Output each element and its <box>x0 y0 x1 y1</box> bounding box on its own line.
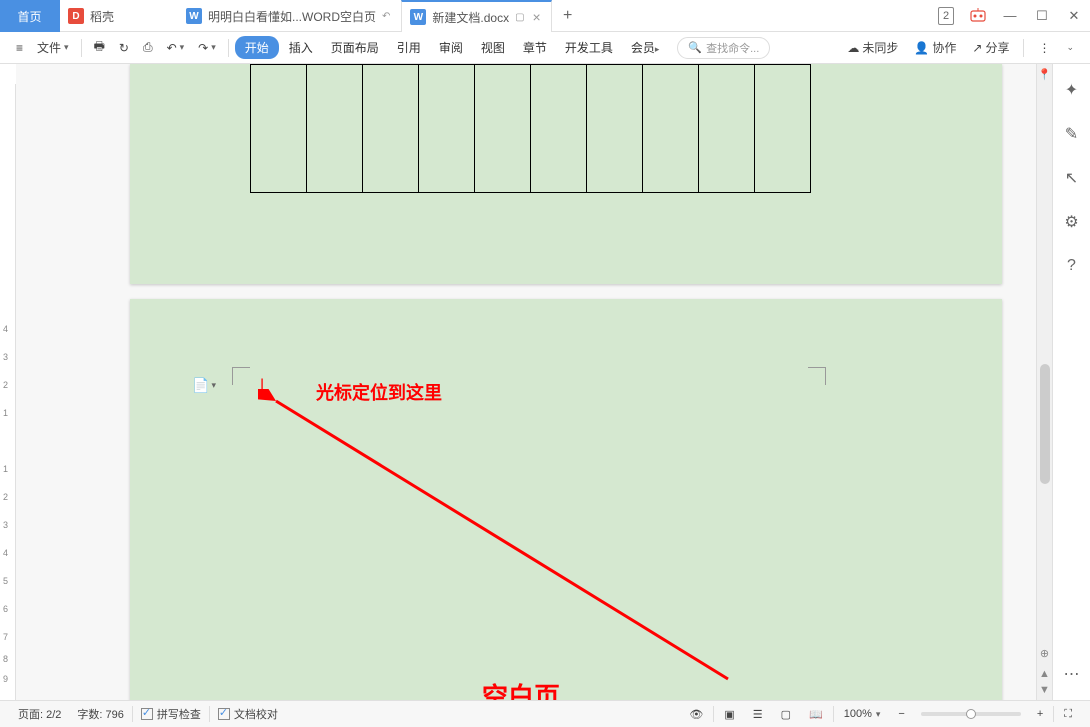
window-badge[interactable]: 2 <box>930 0 962 32</box>
tab-restore-icon[interactable]: ↶ <box>382 11 390 22</box>
maximize-button[interactable]: ☐ <box>1026 0 1058 32</box>
tab-add[interactable]: + <box>552 0 584 31</box>
view-web-icon[interactable]: ▢ <box>773 708 799 721</box>
robot-icon[interactable] <box>962 0 994 32</box>
redo-icon[interactable]: ↷▾ <box>192 38 222 58</box>
reading-mode-icon[interactable]: 👁 <box>681 708 711 721</box>
spellcheck-toggle[interactable]: 拼写检查 <box>133 706 209 722</box>
menu-layout[interactable]: 页面布局 <box>323 36 387 59</box>
page-2[interactable]: 📄▾ | 光标定位到这里 空白页 <box>130 299 1002 700</box>
page-down-icon[interactable]: ▼ <box>1039 684 1050 696</box>
pin-icon[interactable]: 📍 <box>1038 68 1052 81</box>
edit-icon[interactable]: ✎ <box>1062 124 1082 144</box>
word-icon: W <box>410 9 426 25</box>
file-menu[interactable]: 文件▾ <box>31 36 75 59</box>
print-icon[interactable]: 🖶 <box>88 34 111 61</box>
tab-window-icon[interactable]: ▢ <box>515 12 524 23</box>
help-icon[interactable]: ? <box>1062 256 1082 276</box>
word-icon: W <box>186 8 202 24</box>
check-icon <box>218 708 230 720</box>
tab-close-icon[interactable]: × <box>533 9 541 25</box>
select-icon[interactable]: ↖ <box>1062 168 1082 188</box>
cursor-position: | <box>260 377 264 395</box>
menu-review[interactable]: 审阅 <box>431 36 471 59</box>
menu-member[interactable]: 会员▸ <box>623 36 668 59</box>
menu-view[interactable]: 视图 <box>473 36 513 59</box>
search-input[interactable]: 🔍 查找命令... <box>677 37 770 59</box>
tab-template[interactable]: D 稻壳 <box>60 0 178 32</box>
tab-doc1[interactable]: W 明明白白看懂如...WORD空白页 ↶ <box>178 0 401 32</box>
annotation-blank-page: 空白页 <box>482 677 560 700</box>
word-count[interactable]: 字数: 796 <box>69 706 131 722</box>
right-panel: ✦ ✎ ↖ ⚙ ? ⋯ <box>1052 64 1090 700</box>
close-button[interactable]: ✕ <box>1058 0 1090 32</box>
zoom-value[interactable]: 100%▾ <box>836 708 889 720</box>
menu-icon[interactable]: ≡ <box>10 38 29 58</box>
view-read-icon[interactable]: 📖 <box>801 708 831 721</box>
check-icon <box>141 708 153 720</box>
menu-insert[interactable]: 插入 <box>281 36 321 59</box>
panel-more-icon[interactable]: ⋯ <box>1062 664 1082 684</box>
preview-icon[interactable]: ↻ <box>113 38 135 58</box>
share-button[interactable]: ↗分享 <box>966 36 1015 59</box>
view-outline-icon[interactable]: ☰ <box>745 708 771 721</box>
page-up-icon[interactable]: ▲ <box>1039 668 1050 680</box>
main-area: 📄▾ | 光标定位到这里 空白页 📍 ⊕ ▲ ▼ ✦ ✎ ↖ ⚙ ? ⋯ <box>0 64 1090 700</box>
minimize-button[interactable]: — <box>994 0 1026 32</box>
fullscreen-icon[interactable]: ⛶ <box>1056 708 1080 721</box>
scroll-options-icon[interactable]: ⊕ <box>1040 647 1049 660</box>
zoom-slider[interactable] <box>921 712 1021 716</box>
doccheck-toggle[interactable]: 文档校对 <box>210 706 286 722</box>
settings-icon[interactable]: ⚙ <box>1062 212 1082 232</box>
editor-area[interactable]: 📄▾ | 光标定位到这里 空白页 <box>16 64 1036 700</box>
collab-button[interactable]: 👤协作 <box>908 36 962 59</box>
menu-start[interactable]: 开始 <box>235 36 279 59</box>
more-icon[interactable]: ⋮ <box>1032 38 1056 58</box>
statusbar: 页面: 2/2 字数: 796 拼写检查 文档校对 👁 ▣ ☰ ▢ 📖 100%… <box>0 700 1090 727</box>
scrollbar-thumb[interactable] <box>1040 364 1050 484</box>
zoom-thumb[interactable] <box>966 709 976 719</box>
paste-options-icon[interactable]: 📄▾ <box>192 377 216 394</box>
template-icon: D <box>68 8 84 24</box>
titlebar: 首页 D 稻壳 W 明明白白看懂如...WORD空白页 ↶ W 新建文档.doc… <box>0 0 1090 32</box>
annotation-arrow <box>258 389 738 689</box>
menu-section[interactable]: 章节 <box>515 36 555 59</box>
expand-icon[interactable]: ⌄ <box>1060 39 1080 56</box>
window-controls: 2 — ☐ ✕ <box>930 0 1090 31</box>
page-1[interactable] <box>130 64 1002 284</box>
view-print-icon[interactable]: ▣ <box>716 708 742 721</box>
tab-home[interactable]: 首页 <box>0 0 60 32</box>
unsync-button[interactable]: ☁未同步 <box>841 36 904 59</box>
tab-doc2-active[interactable]: W 新建文档.docx ▢ × <box>401 0 551 32</box>
menu-reference[interactable]: 引用 <box>389 36 429 59</box>
zoom-out[interactable]: − <box>890 708 912 720</box>
document-table[interactable] <box>250 64 811 193</box>
print2-icon[interactable]: ⎙ <box>137 37 159 58</box>
toolbar: ≡ 文件▾ 🖶 ↻ ⎙ ↶▾ ↷▾ 开始 插入 页面布局 引用 审阅 视图 章节… <box>0 32 1090 64</box>
annotation-cursor-here: 光标定位到这里 <box>316 379 442 405</box>
page-indicator[interactable]: 页面: 2/2 <box>10 706 69 722</box>
undo-icon[interactable]: ↶▾ <box>161 38 191 58</box>
scrollbar-vertical[interactable]: 📍 ⊕ ▲ ▼ <box>1036 64 1052 700</box>
zoom-in[interactable]: + <box>1029 708 1051 720</box>
assistant-icon[interactable]: ✦ <box>1062 80 1082 100</box>
search-icon: 🔍 <box>688 41 702 54</box>
menu-dev[interactable]: 开发工具 <box>557 36 621 59</box>
